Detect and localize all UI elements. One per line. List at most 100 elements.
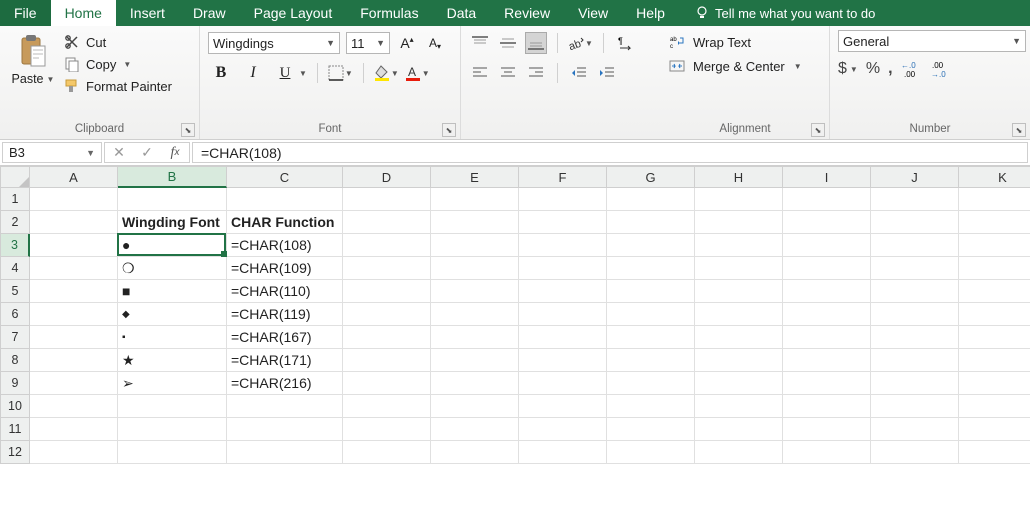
cell-J1[interactable] [871,188,959,211]
cell-F2[interactable] [519,211,607,234]
wrap-text-button[interactable]: abc Wrap Text [669,34,751,50]
cell-H7[interactable] [695,326,783,349]
cell-C8[interactable]: =CHAR(171) [227,349,343,372]
cell-F6[interactable] [519,303,607,326]
column-header-A[interactable]: A [30,166,118,188]
cell-E1[interactable] [431,188,519,211]
cell-K10[interactable] [959,395,1030,418]
cell-F12[interactable] [519,441,607,464]
cell-A9[interactable] [30,372,118,395]
cell-G7[interactable] [607,326,695,349]
cell-H1[interactable] [695,188,783,211]
cell-G6[interactable] [607,303,695,326]
tab-view[interactable]: View [564,0,622,26]
cell-C1[interactable] [227,188,343,211]
row-header-11[interactable]: 11 [0,418,30,441]
cell-K1[interactable] [959,188,1030,211]
cell-H5[interactable] [695,280,783,303]
dialog-launcher-icon[interactable]: ⬊ [811,123,825,137]
cell-J3[interactable] [871,234,959,257]
insert-function-button[interactable]: fx [161,145,189,161]
cell-J6[interactable] [871,303,959,326]
column-header-G[interactable]: G [607,166,695,188]
paste-button[interactable]: Paste▼ [8,32,58,86]
tab-insert[interactable]: Insert [116,0,179,26]
cell-E12[interactable] [431,441,519,464]
tab-help[interactable]: Help [622,0,679,26]
cell-C4[interactable]: =CHAR(109) [227,257,343,280]
column-header-E[interactable]: E [431,166,519,188]
cell-F4[interactable] [519,257,607,280]
tab-data[interactable]: Data [433,0,491,26]
cell-C12[interactable] [227,441,343,464]
cell-B11[interactable] [118,418,227,441]
column-header-I[interactable]: I [783,166,871,188]
column-header-J[interactable]: J [871,166,959,188]
cell-I1[interactable] [783,188,871,211]
bold-button[interactable]: B [208,62,234,84]
number-format-combo[interactable]: General▼ [838,30,1026,52]
cell-J2[interactable] [871,211,959,234]
font-name-combo[interactable]: Wingdings▼ [208,32,340,54]
cell-D8[interactable] [343,349,431,372]
cell-A12[interactable] [30,441,118,464]
enter-formula-button[interactable]: ✓ [133,144,161,161]
cell-K7[interactable] [959,326,1030,349]
row-header-1[interactable]: 1 [0,188,30,211]
cell-D10[interactable] [343,395,431,418]
cell-B3[interactable]: ● [118,234,227,257]
percent-button[interactable]: % [866,60,880,78]
cell-K6[interactable] [959,303,1030,326]
cell-E7[interactable] [431,326,519,349]
row-header-9[interactable]: 9 [0,372,30,395]
cell-K9[interactable] [959,372,1030,395]
cell-F10[interactable] [519,395,607,418]
tab-review[interactable]: Review [490,0,564,26]
cell-C6[interactable]: =CHAR(119) [227,303,343,326]
cell-H3[interactable] [695,234,783,257]
cell-A7[interactable] [30,326,118,349]
cell-D6[interactable] [343,303,431,326]
cell-K4[interactable] [959,257,1030,280]
cell-G11[interactable] [607,418,695,441]
cell-K5[interactable] [959,280,1030,303]
column-header-C[interactable]: C [227,166,343,188]
font-color-button[interactable]: A▼ [405,65,430,81]
tab-page-layout[interactable]: Page Layout [240,0,347,26]
cell-B7[interactable]: ▪ [118,326,227,349]
cells[interactable]: Wingding FontCHAR Function●=CHAR(108)❍=C… [30,188,1030,516]
cell-F1[interactable] [519,188,607,211]
cell-K11[interactable] [959,418,1030,441]
tab-home[interactable]: Home [51,0,116,26]
cell-A1[interactable] [30,188,118,211]
cell-D12[interactable] [343,441,431,464]
cell-G2[interactable] [607,211,695,234]
cell-G1[interactable] [607,188,695,211]
copy-button[interactable]: Copy ▼ [64,56,172,72]
row-header-8[interactable]: 8 [0,349,30,372]
cell-I10[interactable] [783,395,871,418]
merge-center-button[interactable]: Merge & Center ▼ [669,58,802,74]
cell-D2[interactable] [343,211,431,234]
increase-decimal-button[interactable]: ←.0.00 [901,60,923,78]
row-header-7[interactable]: 7 [0,326,30,349]
font-size-combo[interactable]: 11▼ [346,32,390,54]
cell-G5[interactable] [607,280,695,303]
formula-input[interactable]: =CHAR(108) [192,142,1028,163]
cell-G8[interactable] [607,349,695,372]
dialog-launcher-icon[interactable]: ⬊ [442,123,456,137]
cell-E3[interactable] [431,234,519,257]
row-header-5[interactable]: 5 [0,280,30,303]
cell-K2[interactable] [959,211,1030,234]
cell-E10[interactable] [431,395,519,418]
cell-B8[interactable]: ★ [118,349,227,372]
decrease-font-button[interactable]: A▾ [424,32,446,54]
cell-I2[interactable] [783,211,871,234]
cell-J12[interactable] [871,441,959,464]
cell-H8[interactable] [695,349,783,372]
cell-E6[interactable] [431,303,519,326]
cell-I5[interactable] [783,280,871,303]
column-header-B[interactable]: B [118,166,227,188]
cell-H11[interactable] [695,418,783,441]
decrease-indent-button[interactable] [568,62,590,84]
